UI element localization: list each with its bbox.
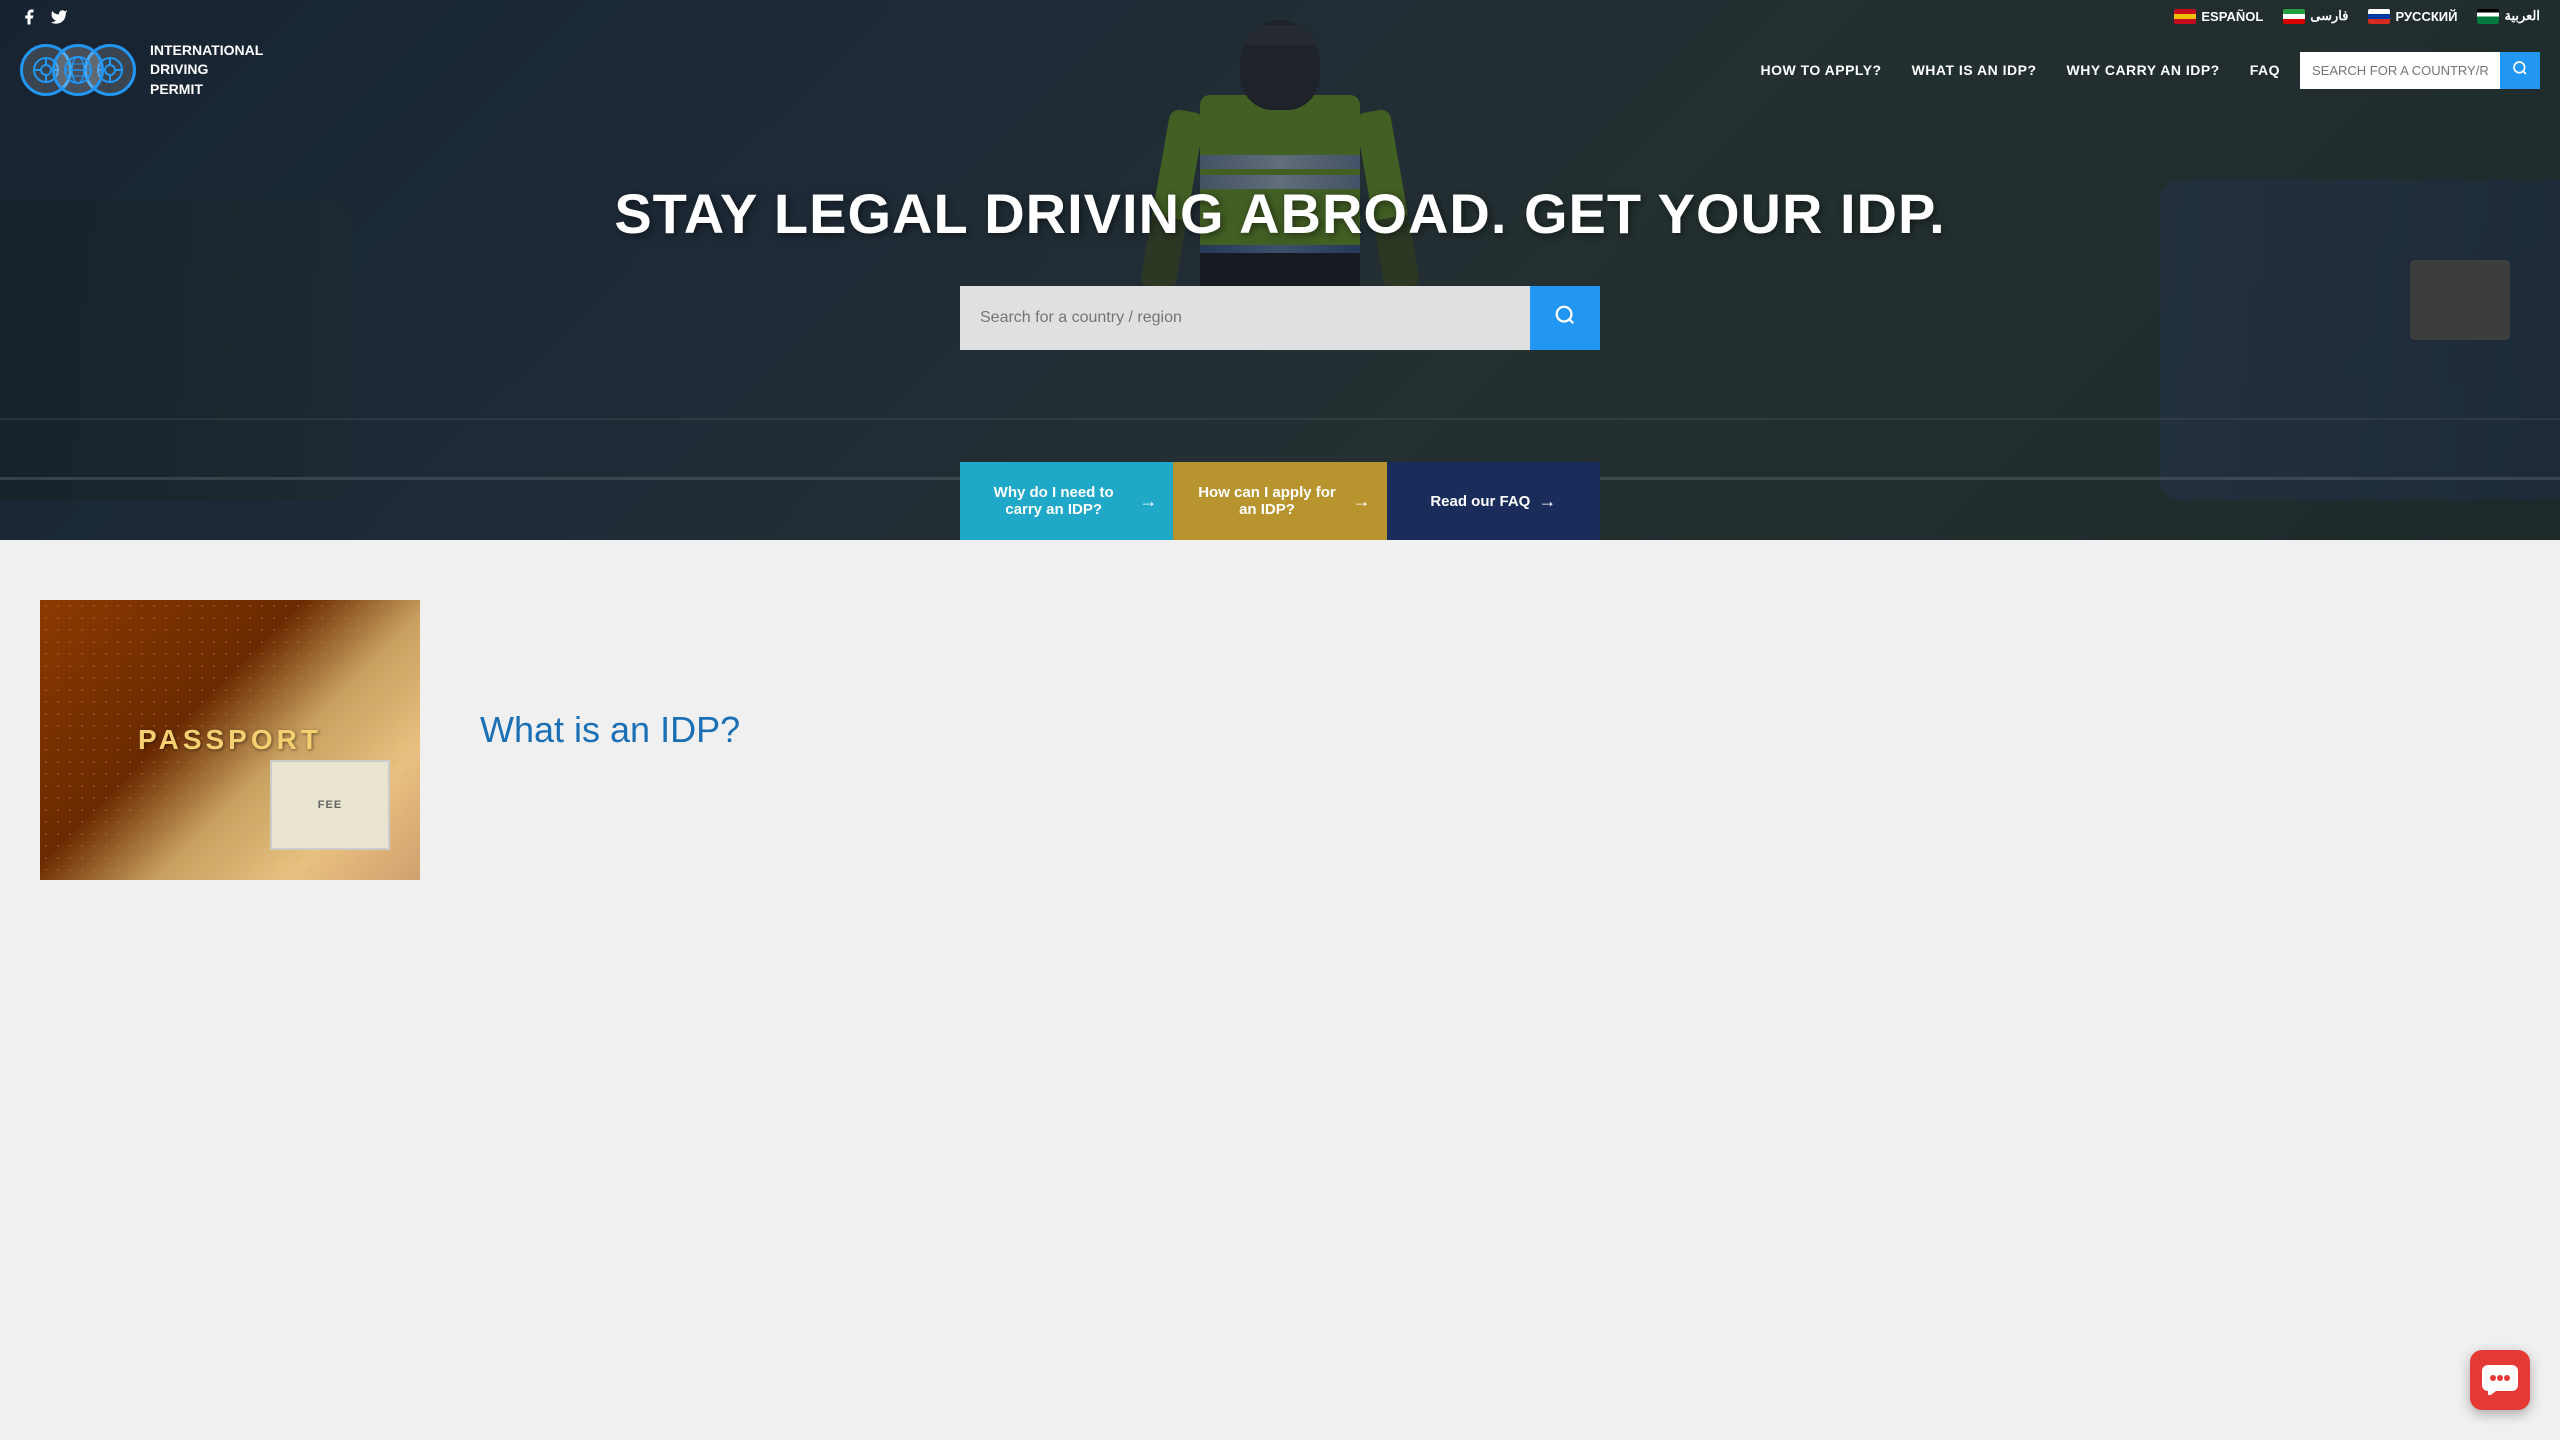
logo-line3: PERMIT [150,80,263,100]
chat-face-icon [2482,1365,2518,1395]
nav-why-carry[interactable]: WHY CARRY AN IDP? [2067,62,2220,78]
flag-ru [2368,9,2390,24]
hero-search-box [960,286,1600,350]
nav-faq[interactable]: FAQ [2250,62,2280,78]
social-bar [20,8,68,31]
header: INTERNATIONAL DRIVING PERMIT HOW TO APPL… [0,40,2560,100]
flag-ir [2283,9,2305,24]
passport-label: PASSPORT [138,724,322,756]
what-is-idp-section: What is an IDP? [480,600,2520,880]
lang-label-ru: РУССКИЙ [2395,9,2457,24]
cta-how-apply-arrow: → [1353,491,1371,512]
chat-widget[interactable] [2470,1350,2530,1410]
flag-es [2174,9,2196,24]
flag-ar [2477,9,2499,24]
logo-text: INTERNATIONAL DRIVING PERMIT [150,41,263,100]
cta-how-apply-label: How can I apply for an IDP? [1189,484,1344,518]
passport-image: PASSPORT FEE [40,600,420,880]
facebook-icon[interactable] [20,8,38,31]
main-nav: HOW TO APPLY? WHAT IS AN IDP? WHY CARRY … [1760,62,2280,78]
nav-search-box [2300,52,2540,89]
hero-title: STAY LEGAL DRIVING ABROAD. GET YOUR IDP. [614,181,1945,246]
lang-label-es: ESPAÑOL [2201,9,2263,24]
nav-search-input[interactable] [2300,55,2500,86]
logo-line2: DRIVING [150,60,263,80]
lang-label-ar: العربية [2504,8,2540,24]
lang-arabic[interactable]: العربية [2477,8,2540,24]
nav-what-is-idp[interactable]: WHAT IS AN IDP? [1912,62,2037,78]
hero-search-input[interactable] [960,286,1530,350]
cta-why-carry-label: Why do I need to carry an IDP? [976,484,1131,518]
nav-search-button[interactable] [2500,52,2540,89]
cta-faq-label: Read our FAQ [1430,493,1530,510]
cta-why-carry-button[interactable]: Why do I need to carry an IDP? → [960,462,1173,540]
lang-farsi[interactable]: فارسی [2283,8,2348,24]
logo-icons [20,40,140,100]
lang-español[interactable]: ESPAÑOL [2174,9,2263,24]
lang-russian[interactable]: РУССКИЙ [2368,9,2457,24]
logo-icon-center [52,44,104,96]
what-is-idp-title: What is an IDP? [480,709,2520,751]
logo[interactable]: INTERNATIONAL DRIVING PERMIT [20,40,263,100]
lang-label-fa: فارسی [2310,8,2348,24]
logo-line1: INTERNATIONAL [150,41,263,61]
twitter-icon[interactable] [50,8,68,31]
cta-faq-arrow: → [1538,491,1556,512]
cta-row: Why do I need to carry an IDP? → How can… [960,462,1600,540]
below-hero-section: PASSPORT FEE What is an IDP? [0,540,2560,940]
hero-search-button[interactable] [1530,286,1600,350]
cta-how-apply-button[interactable]: How can I apply for an IDP? → [1173,462,1386,540]
cta-faq-button[interactable]: Read our FAQ → [1387,462,1600,540]
nav-how-to-apply[interactable]: HOW TO APPLY? [1760,62,1881,78]
cta-why-carry-arrow: → [1139,491,1157,512]
language-bar: ESPAÑOL فارسی РУССКИЙ العربية [2154,0,2560,32]
passport-card-text: FEE [318,799,342,811]
passport-card: FEE [270,760,390,850]
